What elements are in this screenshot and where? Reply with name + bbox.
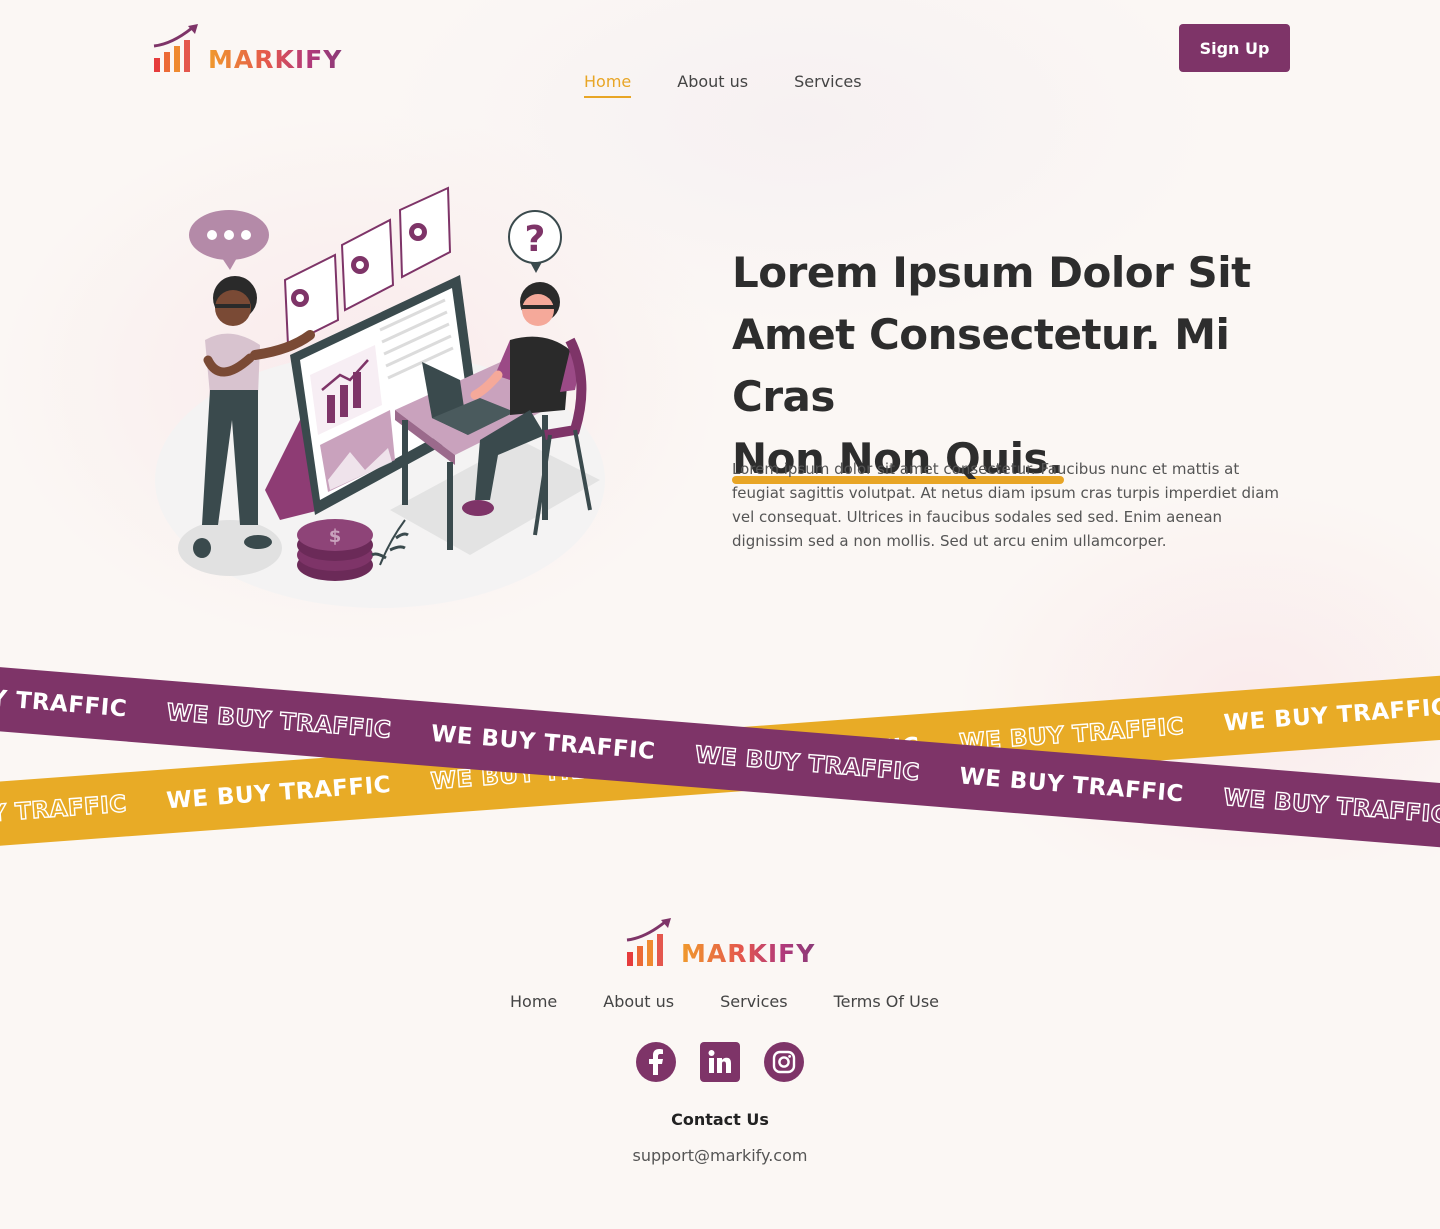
hero-illustration: ? $ [155,186,605,608]
social-links [636,1042,804,1082]
hero-title: Lorem Ipsum Dolor Sit Amet Consectetur. … [732,242,1312,490]
brand-logo[interactable]: MARKIFY [152,24,342,72]
banner-text: WE BUY TRAFFIC [165,771,392,815]
hero-description: Lorem ipsum dolor sit amet consectetur. … [732,460,1280,550]
instagram-link[interactable] [764,1042,804,1082]
facebook-link[interactable] [636,1042,676,1082]
chart-arrow-icon [153,24,198,72]
footer-brand-name: MARKIFY [681,939,816,968]
linkedin-icon [708,1050,731,1073]
banner-text: WE BUY TRAFFIC [429,720,657,765]
footer-nav-services[interactable]: Services [720,992,787,1011]
footer-logo[interactable]: MARKIFY [625,918,815,966]
nav-home[interactable]: Home [584,72,632,98]
contact-title: Contact Us [671,1110,769,1129]
banner-text: WE BUY TRAFFIC [165,699,393,744]
banner-text: WE BUY TRAFFIC [0,791,128,835]
instagram-icon [772,1050,796,1074]
brand-name: MARKIFY [208,45,343,74]
footer-nav: Home About us Services Terms Of Use [510,992,939,1011]
svg-text:$: $ [329,526,342,547]
hero-title-line2: Amet Consectetur. Mi Cras [732,310,1230,421]
svg-text:?: ? [525,219,546,260]
chart-arrow-icon [626,918,671,966]
nav-services[interactable]: Services [794,72,861,98]
hero-title-line1: Lorem Ipsum Dolor Sit [732,248,1251,297]
banner-text: WE BUY TRAFFIC [693,742,921,787]
facebook-icon [649,1049,663,1075]
sign-up-button[interactable]: Sign Up [1179,24,1290,72]
banner-text: WE BUY TRAFFIC [1222,784,1440,829]
banner-text: WE BUY TRAFFIC [958,763,1185,808]
footer-nav-home[interactable]: Home [510,992,557,1011]
contact-email[interactable]: support@markify.com [0,1146,1440,1165]
footer-nav-about-us[interactable]: About us [603,992,674,1011]
linkedin-link[interactable] [700,1042,740,1082]
main-nav: Home About us Services [584,72,862,98]
nav-about-us[interactable]: About us [677,72,748,98]
banner-text: WE BUY TRAFFIC [0,678,129,723]
footer-nav-terms[interactable]: Terms Of Use [834,992,939,1011]
banner-text: WE BUY TRAFFIC [1222,694,1440,737]
